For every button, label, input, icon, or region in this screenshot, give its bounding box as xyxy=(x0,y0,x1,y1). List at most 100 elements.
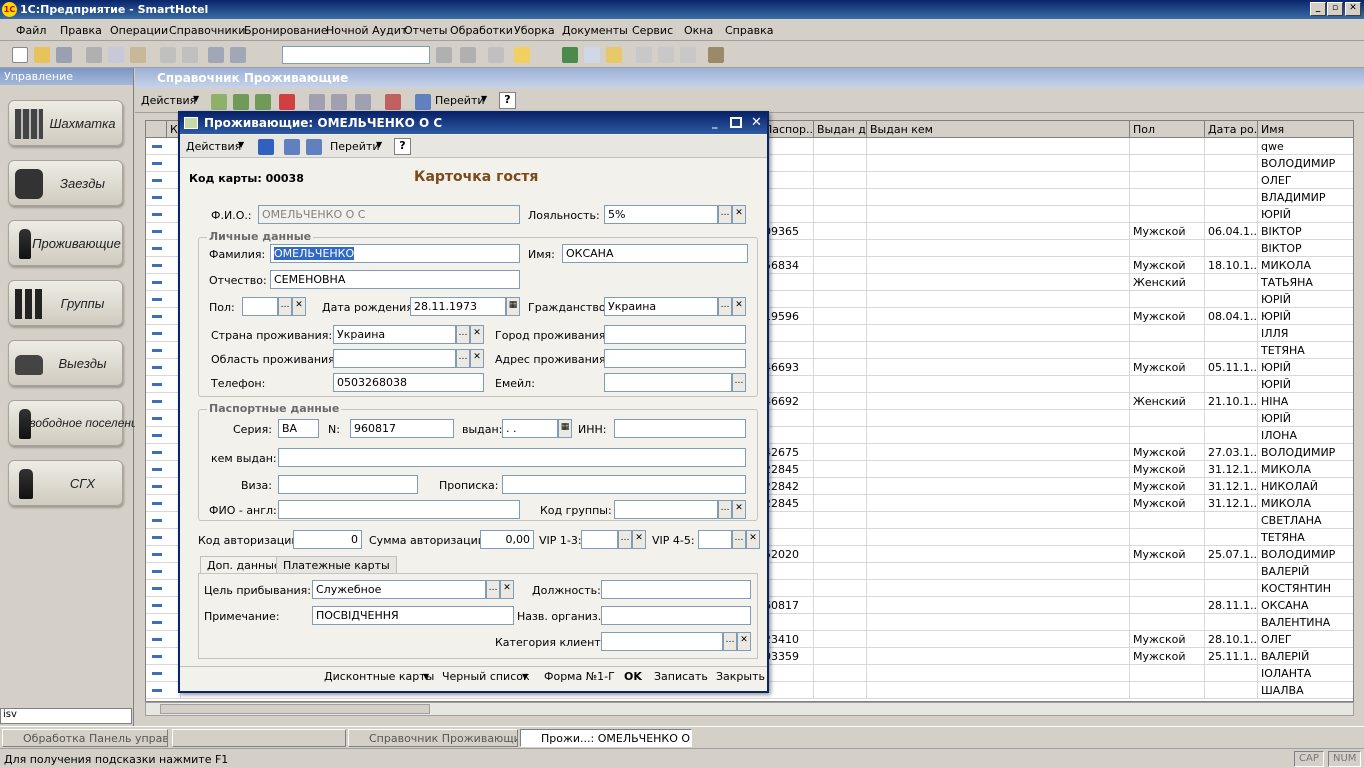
category-field[interactable] xyxy=(601,632,723,651)
nav-free-checkin-button[interactable]: Свободное поселение xyxy=(8,400,144,446)
menu-file[interactable]: Файл xyxy=(16,24,46,37)
citizenship-clear-button[interactable]: ✕ xyxy=(732,297,746,316)
position-field[interactable] xyxy=(601,580,751,599)
dialog-minimize-button[interactable]: _ xyxy=(712,116,718,129)
calendar-icon[interactable]: ▦ xyxy=(506,297,520,316)
maximize-button[interactable]: ▫ xyxy=(1327,2,1343,16)
purpose-field[interactable]: Служебное xyxy=(312,580,486,599)
dialog-goto-menu[interactable]: Перейти xyxy=(330,140,380,153)
grid-header-issued-date[interactable]: Выдан д... xyxy=(814,121,867,138)
grid-header-name[interactable]: Имя xyxy=(1258,121,1353,138)
grid-header-issued-by[interactable]: Выдан кем xyxy=(867,121,1130,138)
search-combo-input[interactable] xyxy=(282,46,430,64)
clipboard-icon[interactable] xyxy=(606,47,622,63)
loyalty-clear-button[interactable]: ✕ xyxy=(732,205,746,224)
grid-header-mark[interactable] xyxy=(146,121,167,138)
nav-chessboard-button[interactable]: Шахматка xyxy=(8,100,123,146)
vip45-clear-button[interactable]: ✕ xyxy=(746,530,760,549)
patronymic-field[interactable]: СЕМЕНОВНА xyxy=(270,270,520,289)
address-field[interactable] xyxy=(604,349,746,368)
copy-icon[interactable] xyxy=(108,47,124,63)
ok-button[interactable]: OK xyxy=(624,670,642,683)
grid-header-birth-date[interactable]: Дата ро... xyxy=(1205,121,1258,138)
menu-cleaning[interactable]: Уборка xyxy=(514,24,555,37)
task-guest-card[interactable]: Прожи...: ОМЕЛЬЧЕНКО О С xyxy=(520,729,692,747)
fio-field[interactable]: ОМЕЛЬЧЕНКО О С xyxy=(258,205,520,224)
delete-item-icon[interactable] xyxy=(279,94,295,110)
memory-m-icon[interactable] xyxy=(636,47,652,63)
print-preview-icon[interactable] xyxy=(182,47,198,63)
email-select-button[interactable]: … xyxy=(732,373,746,392)
form-1g-button[interactable]: Форма №1-Г xyxy=(544,670,615,683)
fio-en-field[interactable] xyxy=(278,500,520,519)
org-field[interactable] xyxy=(601,606,751,625)
loyalty-select-button[interactable]: … xyxy=(718,205,732,224)
goto-icon[interactable] xyxy=(306,139,322,155)
purpose-select-button[interactable]: … xyxy=(486,580,500,599)
back-arrow-icon[interactable] xyxy=(258,139,274,155)
calculator-icon[interactable] xyxy=(562,47,578,63)
calendar-icon[interactable] xyxy=(584,47,600,63)
task-unnamed[interactable] xyxy=(172,729,346,747)
country-field[interactable]: Украина xyxy=(333,325,456,344)
blacklist-button[interactable]: Черный список xyxy=(442,670,530,683)
task-residents-list[interactable]: Справочник Проживающие xyxy=(348,729,518,747)
region-select-button[interactable]: … xyxy=(456,349,470,368)
tab-extra-data[interactable]: Доп. данные xyxy=(200,556,288,573)
list-goto-menu[interactable]: Перейти xyxy=(435,94,485,107)
menu-service[interactable]: Сервис xyxy=(632,24,673,37)
horizontal-scrollbar[interactable] xyxy=(145,702,1354,716)
region-field[interactable] xyxy=(333,349,456,368)
name-field[interactable]: ОКСАНА xyxy=(562,244,748,263)
calendar-icon[interactable]: ▦ xyxy=(558,419,572,438)
loyalty-field[interactable]: 5% xyxy=(604,205,718,224)
issuer-field[interactable] xyxy=(278,448,746,467)
purpose-clear-button[interactable]: ✕ xyxy=(500,580,514,599)
open-folder-icon[interactable] xyxy=(34,47,50,63)
surname-field[interactable]: ОМЕЛЬЧЕНКО xyxy=(270,244,520,263)
copy-item-icon[interactable] xyxy=(255,94,271,110)
vip13-select-button[interactable]: … xyxy=(618,530,632,549)
nav-sgh-button[interactable]: СГХ xyxy=(8,460,123,506)
refresh-icon[interactable] xyxy=(284,139,300,155)
auth-code-field[interactable]: 0 xyxy=(293,530,362,549)
add-group-icon[interactable] xyxy=(233,94,249,110)
vip45-select-button[interactable]: … xyxy=(732,530,746,549)
dialog-close-button[interactable]: ✕ xyxy=(751,115,762,130)
issued-date-field[interactable]: . . xyxy=(502,419,558,438)
tools-icon[interactable] xyxy=(708,47,724,63)
windows-icon[interactable] xyxy=(488,47,504,63)
nav-groups-button[interactable]: Группы xyxy=(8,280,123,326)
country-clear-button[interactable]: ✕ xyxy=(470,325,484,344)
close-dialog-button[interactable]: Закрыть xyxy=(716,670,765,683)
menu-booking[interactable]: Бронирование xyxy=(244,24,328,37)
email-field[interactable] xyxy=(604,373,732,392)
find-icon[interactable] xyxy=(436,47,452,63)
close-button[interactable]: ✕ xyxy=(1345,2,1361,16)
dialog-help-button[interactable]: ? xyxy=(394,138,411,155)
list-help-button[interactable]: ? xyxy=(499,92,516,109)
number-field[interactable]: 960817 xyxy=(350,419,454,438)
filter-icon[interactable] xyxy=(355,94,371,110)
nav-checkins-button[interactable]: Заезды xyxy=(8,160,123,206)
menu-help[interactable]: Справка xyxy=(725,24,773,37)
memory-plus-icon[interactable] xyxy=(658,47,674,63)
group-code-field[interactable] xyxy=(614,500,718,519)
redo-icon[interactable] xyxy=(230,47,246,63)
series-field[interactable]: ВА xyxy=(278,419,319,438)
save-button[interactable]: Записать xyxy=(654,670,708,683)
menu-processing[interactable]: Обработки xyxy=(450,24,513,37)
group-code-select-button[interactable]: … xyxy=(718,500,732,519)
inn-field[interactable] xyxy=(614,419,746,438)
category-clear-button[interactable]: ✕ xyxy=(737,632,751,651)
note-field[interactable]: ПОСВІДЧЕННЯ xyxy=(312,606,514,625)
refresh-icon[interactable] xyxy=(415,94,431,110)
task-processing-panel[interactable]: Обработка Панель управл... xyxy=(2,729,168,747)
menu-references[interactable]: Справочники xyxy=(169,24,245,37)
move-group-icon[interactable] xyxy=(331,94,347,110)
category-select-button[interactable]: … xyxy=(723,632,737,651)
menu-windows[interactable]: Окна xyxy=(684,24,713,37)
menu-reports[interactable]: Отчеты xyxy=(404,24,447,37)
paste-icon[interactable] xyxy=(130,47,146,63)
dialog-actions-menu[interactable]: Действия xyxy=(186,140,241,153)
